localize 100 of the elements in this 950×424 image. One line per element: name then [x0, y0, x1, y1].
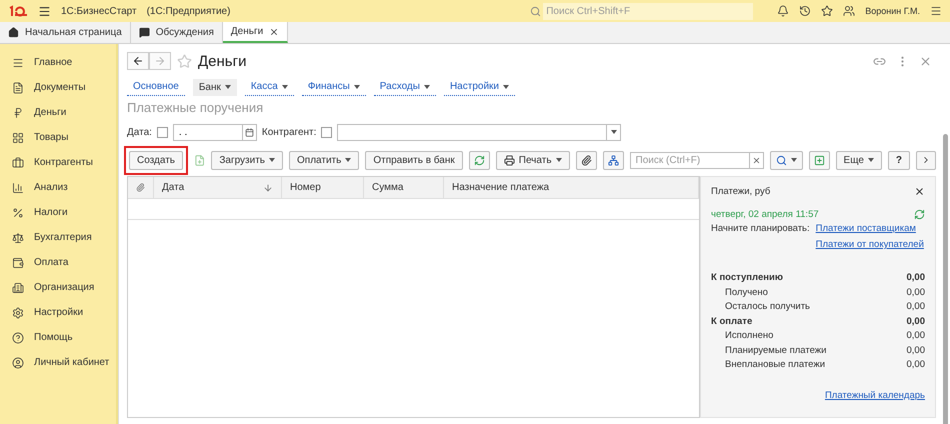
close-icon: [752, 156, 761, 164]
help-icon: [12, 332, 24, 344]
building-icon: [12, 282, 24, 294]
caret-icon: [610, 130, 617, 134]
briefcase-icon: [12, 156, 24, 168]
sidebar-item[interactable]: Деньги: [0, 100, 116, 125]
dropdown-button[interactable]: [607, 124, 622, 140]
structure-button[interactable]: [602, 150, 624, 170]
sidebar-item[interactable]: Личный кабинет: [0, 350, 116, 375]
summary-label: Осталось получить: [725, 301, 810, 314]
search-field[interactable]: Поиск (Ctrl+F): [630, 152, 750, 168]
section-tab[interactable]: Настройки: [444, 78, 515, 96]
form-title: Деньги: [198, 52, 246, 70]
section-tab[interactable]: Финансы: [302, 78, 366, 96]
column-header[interactable]: Назначение платежа: [444, 177, 699, 198]
summary-label: К оплате: [711, 316, 752, 328]
star-icon[interactable]: [821, 5, 834, 17]
scrollbar[interactable]: [943, 134, 948, 424]
clear-button[interactable]: [750, 152, 764, 168]
user-name[interactable]: Воронин Г.М.: [865, 6, 920, 16]
panel-link[interactable]: Платежи поставщикам: [816, 223, 924, 234]
back-button[interactable]: [127, 52, 149, 70]
column-header[interactable]: Сумма: [364, 177, 444, 198]
open-tab[interactable]: Начальная страница: [0, 22, 131, 43]
refresh-icon[interactable]: [914, 209, 925, 220]
caret-icon: [354, 84, 360, 88]
document-icon: [12, 82, 24, 94]
summary-value: 0,00: [906, 344, 925, 358]
sidebar-item[interactable]: Налоги: [0, 200, 116, 225]
sidebar-item[interactable]: Настройки: [0, 300, 116, 325]
sidebar-item[interactable]: Контрагенты: [0, 150, 116, 175]
sidebar-item[interactable]: Главное: [0, 50, 116, 75]
search-button[interactable]: [770, 150, 803, 170]
sidebar-item[interactable]: Помощь: [0, 325, 116, 350]
summary-value: 0,00: [906, 301, 925, 314]
next-button[interactable]: [916, 150, 936, 170]
send-button[interactable]: Отправить в банк: [365, 150, 463, 170]
help-button[interactable]: ?: [888, 150, 910, 170]
summary-value: 0,00: [906, 286, 925, 300]
load-button[interactable]: Загрузить: [211, 150, 284, 170]
sort-icon: [263, 182, 273, 192]
bar-chart-icon: [12, 182, 24, 194]
bell-icon[interactable]: [777, 5, 790, 17]
summary-label: Внеплановые платежи: [725, 359, 826, 372]
open-tab[interactable]: Деньги: [222, 22, 288, 43]
calendar-link[interactable]: Платежный календарь: [824, 390, 925, 401]
logo-icon: [8, 5, 28, 17]
chat-icon: [138, 27, 150, 38]
open-tab[interactable]: Обсуждения: [130, 22, 223, 43]
plus-square-icon: [814, 154, 825, 166]
create-button[interactable]: Создать: [129, 150, 184, 170]
counterparty-checkbox[interactable]: [321, 126, 332, 138]
sidebar-item[interactable]: Документы: [0, 75, 116, 100]
caret-icon: [868, 158, 874, 162]
file-add-icon[interactable]: [194, 154, 206, 166]
app-subtitle: (1С:Предприятие): [146, 6, 230, 16]
panel-link[interactable]: Платежи от покупателей: [816, 239, 924, 250]
column-header[interactable]: Номер: [282, 177, 364, 198]
app-title: 1С:БизнесСтарт: [61, 6, 137, 16]
section-tab[interactable]: Расходы: [374, 78, 436, 96]
sidebar-item[interactable]: Оплата: [0, 250, 116, 275]
search-icon: [776, 154, 787, 166]
sidebar-item[interactable]: Бухгалтерия: [0, 225, 116, 250]
date-checkbox[interactable]: [156, 126, 168, 138]
users-icon[interactable]: [843, 5, 856, 17]
date-field[interactable]: . .: [172, 124, 243, 140]
menu-icon[interactable]: [38, 4, 51, 18]
percent-icon: [12, 206, 24, 218]
sidebar-item[interactable]: Организация: [0, 275, 116, 300]
sidebar-item[interactable]: Анализ: [0, 175, 116, 200]
print-button[interactable]: Печать: [496, 150, 570, 170]
counterparty-label: Контрагент:: [262, 126, 316, 138]
history-icon[interactable]: [799, 5, 812, 17]
attach-button[interactable]: [576, 150, 597, 170]
summary-label: Планируемые платежи: [725, 344, 826, 358]
column-header[interactable]: Дата: [154, 177, 282, 198]
user-circle-icon: [12, 356, 24, 368]
sidebar-item[interactable]: Товары: [0, 125, 116, 150]
counterparty-field[interactable]: [337, 124, 608, 140]
plan-label: Начните планировать:: [711, 223, 810, 236]
menu-icon[interactable]: [930, 5, 942, 17]
calendar-button[interactable]: [242, 124, 257, 140]
more-button[interactable]: Еще: [836, 150, 882, 170]
pay-button[interactable]: Оплатить: [289, 150, 360, 170]
caret-icon: [224, 85, 231, 89]
paperclip-icon: [136, 182, 145, 193]
add-panel-button[interactable]: [808, 150, 830, 170]
close-icon[interactable]: [269, 26, 280, 36]
section-tab[interactable]: Основное: [127, 78, 185, 96]
caret-icon: [345, 158, 352, 162]
search-field[interactable]: Поиск Ctrl+Shift+F: [543, 2, 754, 20]
summary-label: Получено: [725, 286, 768, 300]
refresh-button[interactable]: [468, 150, 490, 170]
caret-icon: [282, 84, 288, 88]
section-tab[interactable]: Касса: [244, 78, 294, 96]
caret-icon: [556, 158, 562, 162]
close-icon[interactable]: [914, 186, 925, 196]
page-subtitle: Платежные поручения: [127, 100, 264, 117]
home-icon: [8, 27, 19, 38]
section-tab[interactable]: Банк: [192, 78, 237, 96]
